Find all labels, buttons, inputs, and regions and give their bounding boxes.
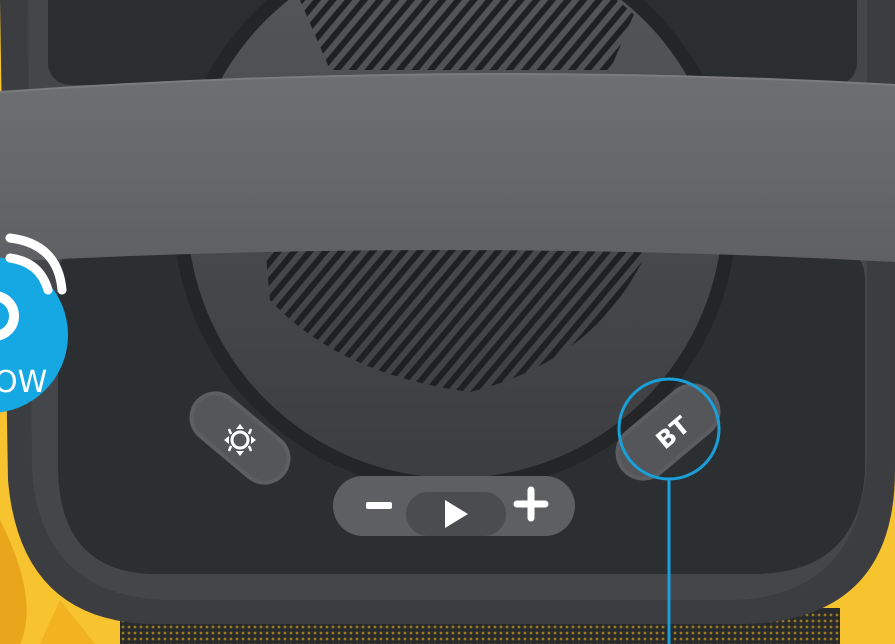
play-button[interactable] [408,492,504,536]
bluetooth-button[interactable] [620,386,716,476]
volume-down-button[interactable] [340,480,404,532]
light-button[interactable] [195,400,287,480]
badge-label: OW [0,365,48,400]
speaker-illustration [0,0,895,644]
volume-up-button[interactable] [506,480,570,532]
carrying-strap [0,74,895,262]
